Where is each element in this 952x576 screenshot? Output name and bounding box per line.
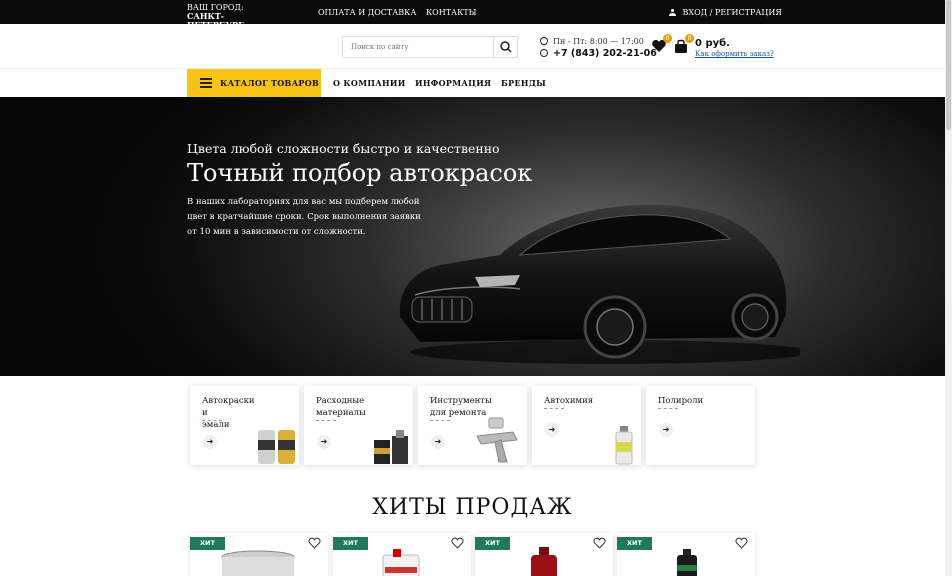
arrow-right-icon[interactable]: ➜	[431, 435, 445, 449]
category-tools[interactable]: Инструменты для ремонта ➜	[418, 386, 527, 465]
scrollbar[interactable]	[945, 0, 952, 576]
arrow-right-icon[interactable]: ➜	[203, 435, 217, 449]
arrow-right-icon[interactable]: ➜	[317, 435, 331, 449]
link-contacts[interactable]: КОНТАКТЫ	[426, 8, 477, 17]
search-icon	[500, 41, 512, 53]
spray-cans-image	[258, 430, 295, 464]
category-label: Автокраски и эмали	[202, 396, 255, 430]
cart-button[interactable]: 0	[673, 34, 694, 54]
category-label: Автохимия	[544, 396, 594, 406]
search-box	[342, 36, 518, 58]
wave-decoration	[316, 419, 336, 421]
nav-about[interactable]: О КОМПАНИИ	[333, 69, 406, 97]
login-link[interactable]: ВХОД	[683, 8, 708, 17]
catalog-button[interactable]: КАТАЛОГ ТОВАРОВ	[187, 69, 321, 97]
category-autochemistry[interactable]: Автохимия ➜	[532, 386, 641, 465]
heart-outline-icon[interactable]	[593, 537, 606, 549]
whatsapp-icon	[540, 49, 548, 57]
top-links: ОПЛАТА И ДОСТАВКА КОНТАКТЫ	[318, 8, 484, 17]
favorites-button[interactable]: 0	[651, 34, 672, 54]
auth-links: ВХОД / РЕГИСТРАЦИЯ	[669, 8, 782, 17]
favorites-count: 0	[663, 34, 672, 43]
hero-banner: Цвета любой сложности быстро и качествен…	[0, 97, 945, 376]
header: Пн - Пт: 8:00 — 17:00 +7 (843) 202-21-06…	[0, 24, 945, 69]
menu-icon	[200, 78, 212, 88]
product-image	[221, 550, 295, 576]
arrow-right-icon[interactable]: ➜	[659, 423, 673, 437]
wave-decoration	[544, 407, 564, 409]
catalog-label: КАТАЛОГ ТОВАРОВ	[220, 78, 320, 88]
hits-title: ХИТЫ ПРОДАЖ	[372, 495, 573, 520]
category-label: Полироли	[658, 396, 704, 406]
category-label: Расходные материалы	[316, 396, 366, 418]
product-card[interactable]: ХИТ	[617, 533, 755, 576]
spray-gun-image	[476, 417, 518, 463]
wave-decoration	[202, 419, 222, 421]
working-hours: Пн - Пт: 8:00 — 17:00	[540, 37, 644, 46]
category-consumables[interactable]: Расходные материалы ➜	[304, 386, 413, 465]
car-image	[399, 204, 800, 364]
category-cards: Автокраски и эмали ➜ Расходные материалы ➜…	[190, 386, 758, 466]
top-bar: ВАШ ГОРОД: САНКТ-ПЕТЕРБУРГ ОПЛАТА И ДОСТ…	[0, 0, 945, 30]
category-paints[interactable]: Автокраски и эмали ➜	[190, 386, 299, 465]
category-polishes[interactable]: Полироли ➜	[646, 386, 755, 465]
wave-decoration	[430, 419, 450, 421]
order-help-link[interactable]: Как оформить заказ?	[695, 50, 774, 58]
phone-number: +7 (843) 202-21-06	[553, 48, 657, 59]
main-nav: КАТАЛОГ ТОВАРОВ О КОМПАНИИ ИНФОРМАЦИЯ БР…	[0, 69, 945, 97]
cart-sum: 0 руб.	[695, 38, 730, 49]
register-link[interactable]: РЕГИСТРАЦИЯ	[715, 8, 782, 17]
heart-outline-icon[interactable]	[451, 537, 464, 549]
search-input[interactable]	[343, 37, 493, 57]
nav-information[interactable]: ИНФОРМАЦИЯ	[415, 69, 491, 97]
nav-brands[interactable]: БРЕНДЫ	[501, 69, 546, 97]
page: ВАШ ГОРОД: САНКТ-ПЕТЕРБУРГ ОПЛАТА И ДОСТ…	[0, 0, 952, 576]
arrow-right-icon[interactable]: ➜	[545, 423, 559, 437]
product-image	[382, 549, 420, 576]
phone[interactable]: +7 (843) 202-21-06	[540, 48, 657, 59]
product-card[interactable]: ХИТ	[190, 533, 328, 576]
scrollbar-thumb[interactable]	[946, 0, 951, 130]
hours-text: Пн - Пт: 8:00 — 17:00	[553, 37, 644, 46]
heart-outline-icon[interactable]	[735, 537, 748, 549]
product-card[interactable]: ХИТ	[333, 533, 471, 576]
consumables-image	[374, 430, 408, 464]
link-payment-delivery[interactable]: ОПЛАТА И ДОСТАВКА	[318, 8, 416, 17]
hero-subtitle: Цвета любой сложности быстро и качествен…	[187, 141, 500, 156]
heart-outline-icon[interactable]	[308, 537, 321, 549]
auth-separator: /	[709, 8, 713, 17]
user-icon	[669, 9, 676, 16]
product-image	[531, 547, 557, 576]
product-card[interactable]: ХИТ	[475, 533, 613, 576]
product-image	[677, 549, 697, 576]
chemistry-bottle-image	[615, 426, 633, 465]
search-button[interactable]	[493, 37, 517, 57]
clock-icon	[540, 37, 548, 45]
wave-decoration	[658, 407, 678, 409]
cart-count: 0	[685, 34, 694, 43]
